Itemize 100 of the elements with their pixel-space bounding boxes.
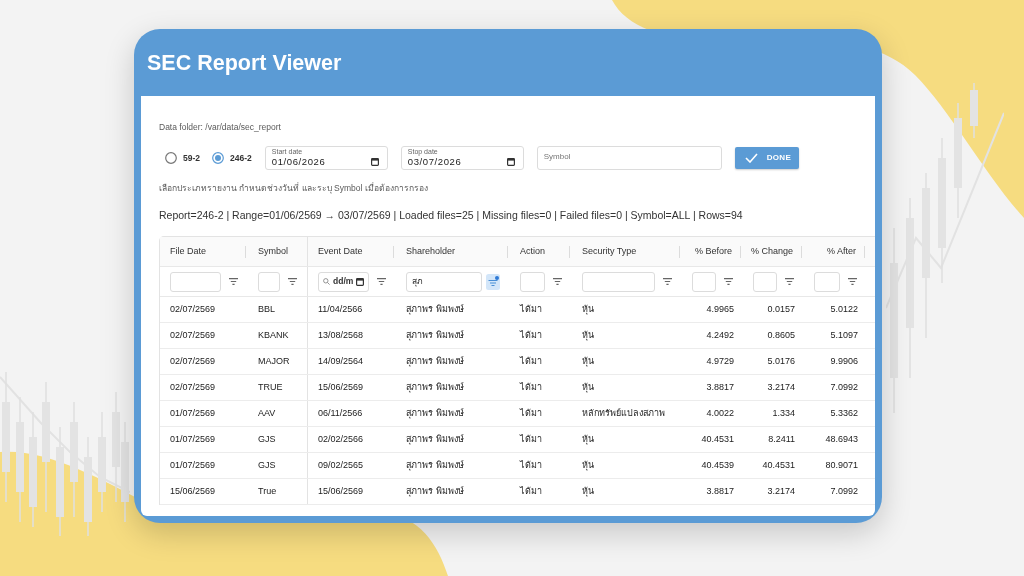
table-cell-text: 02/07/2569 xyxy=(169,328,217,342)
table-cell-text: 4.9965 xyxy=(705,302,735,316)
table-cell-text: 5.3362 xyxy=(829,406,859,420)
filter-field[interactable] xyxy=(170,271,221,292)
table-cell-text: 1.334 xyxy=(771,406,796,420)
table-cell-text: 4.2492 xyxy=(705,328,735,342)
filter-icon[interactable] xyxy=(288,278,297,285)
table-cell: BBL xyxy=(248,297,308,322)
table-cell-text: หุ้น xyxy=(581,484,595,499)
table-cell-text: หุ้น xyxy=(581,458,595,473)
table-cell-text: สุภาพร พิมพงษ์ xyxy=(405,354,465,369)
filter-icon[interactable] xyxy=(848,278,857,285)
filter-field[interactable] xyxy=(582,271,655,292)
calendar-icon[interactable] xyxy=(356,277,364,286)
table-cell-text: ได้มา xyxy=(518,432,543,446)
table-cell-text: 01/07/2569 xyxy=(169,432,217,446)
table-cell-text: ได้มา xyxy=(518,354,543,368)
date-filter-field[interactable]: dd/m xyxy=(318,271,369,292)
filter-field[interactable]: สุภ xyxy=(406,271,482,292)
table-cell-text: 15/06/2569 xyxy=(317,380,365,394)
table-cell-text: หุ้น xyxy=(581,380,595,395)
field-value: 03/07/2026 xyxy=(407,156,462,168)
column-header[interactable]: Security Type xyxy=(572,237,682,266)
table-cell-text: 02/07/2569 xyxy=(169,380,217,394)
candlestick xyxy=(970,83,978,138)
table-cell-text: หุ้น xyxy=(581,302,595,317)
table-cell-text: หุ้น xyxy=(581,432,595,447)
table-cell: KBANK xyxy=(248,323,308,348)
table-cell-text: 02/02/2566 xyxy=(317,432,365,446)
folder-path-text: Data folder: /var/data/sec_report xyxy=(159,121,282,133)
table-cell-text: หุ้น xyxy=(581,328,595,343)
table-cell: MAJOR xyxy=(248,349,308,374)
table-cell: TRUE xyxy=(248,375,308,400)
filter-icon[interactable] xyxy=(229,278,238,285)
table-cell-text: สุภาพร พิมพงษ์ xyxy=(405,458,465,473)
filter-field[interactable] xyxy=(520,271,545,292)
column-header[interactable]: File Date xyxy=(160,237,248,266)
filter-icon[interactable] xyxy=(486,273,500,290)
column-header[interactable]: % After xyxy=(804,237,867,266)
table-cell-text: 14/09/2564 xyxy=(317,354,365,368)
table-cell: GJS xyxy=(248,427,308,452)
table-cell-text: 0.0157 xyxy=(766,302,796,316)
table-cell-text: หุ้น xyxy=(581,354,595,369)
table-cell-text: 5.0122 xyxy=(829,302,859,316)
field-value: 01/06/2026 xyxy=(271,156,326,168)
summary-text: Report=246-2 | Range=01/06/2569 → 03/07/2569 | Loaded files=25 | Missing files=0 | Failed files=0 | Symbol=ALL | Rows=94 xyxy=(159,208,744,222)
table-cell-text: 9.9906 xyxy=(829,354,859,368)
table-cell-text: 8.2411 xyxy=(767,432,796,446)
table-cell-text: 02/07/2569 xyxy=(169,354,217,368)
table-cell-text: 13/08/2568 xyxy=(317,328,365,342)
table-cell-text: 5.1097 xyxy=(829,328,859,342)
table-cell-text: 0.8605 xyxy=(766,328,796,342)
filter-icon[interactable] xyxy=(663,278,672,285)
table-cell-text: สุภาพร พิมพงษ์ xyxy=(405,302,465,317)
table-cell-text: ได้มา xyxy=(518,458,543,472)
filter-icon[interactable] xyxy=(553,278,562,285)
table-cell-text: สุภาพร พิมพงษ์ xyxy=(405,432,465,447)
table-cell-text: 3.2174 xyxy=(766,484,796,498)
table-cell-text: 48.6943 xyxy=(824,432,859,446)
table-cell-text: 3.8817 xyxy=(705,484,735,498)
column-header[interactable]: % Change xyxy=(743,237,804,266)
radio-label[interactable]: 246-2 xyxy=(230,151,252,165)
filter-field[interactable] xyxy=(692,271,716,292)
table-cell-text: 40.4531 xyxy=(761,458,796,472)
table-cell-text: 4.9729 xyxy=(705,354,735,368)
column-header[interactable]: Action xyxy=(510,237,572,266)
table-cell-text: 01/07/2569 xyxy=(169,406,217,420)
filter-field[interactable] xyxy=(753,271,777,292)
column-header[interactable]: Shareholder xyxy=(396,237,510,266)
table-cell-text: สุภาพร พิมพงษ์ xyxy=(405,380,465,395)
filter-icon[interactable] xyxy=(724,278,733,285)
radio-button[interactable] xyxy=(165,152,177,164)
table-cell-text: 40.4531 xyxy=(700,432,735,446)
calendar-icon[interactable] xyxy=(370,158,379,166)
table-cell: True xyxy=(248,479,308,504)
radio-button[interactable] xyxy=(212,152,224,164)
filter-field[interactable] xyxy=(814,271,840,292)
table-cell-text: 01/07/2569 xyxy=(169,458,217,472)
filter-icon[interactable] xyxy=(785,278,794,285)
table-cell-text: หลักทรัพย์แปลงสภาพ xyxy=(581,406,666,420)
filter-icon[interactable] xyxy=(377,278,386,285)
table-cell-text: 02/07/2569 xyxy=(169,302,217,316)
symbol-field[interactable]: Symbol xyxy=(536,146,722,170)
table-cell-text: 15/06/2569 xyxy=(169,484,217,498)
table-cell-text: สุภาพร พิมพงษ์ xyxy=(405,484,465,499)
hint-text: เลือกประเภทรายงาน กำหนดช่วงวันที่ และระบุ Symbol เมื่อต้องการกรอง xyxy=(159,182,429,194)
column-header[interactable]: % Before xyxy=(682,237,743,266)
column-header[interactable]: Event Date xyxy=(308,237,396,266)
column-header[interactable]: Symbol xyxy=(248,237,308,266)
table-cell-text: 4.0022 xyxy=(705,406,735,420)
table-cell-text: ได้มา xyxy=(518,328,543,342)
calendar-icon[interactable] xyxy=(506,158,515,166)
table-cell-text: 80.9071 xyxy=(824,458,859,472)
window-title: SEC Report Viewer xyxy=(147,49,342,77)
check-icon xyxy=(744,153,758,163)
table-cell-text: 15/06/2569 xyxy=(317,484,365,498)
table-cell-text: สุภาพร พิมพงษ์ xyxy=(405,406,465,421)
filter-field[interactable] xyxy=(258,271,280,292)
radio-label[interactable]: 59-2 xyxy=(183,151,200,165)
table-cell-text: ได้มา xyxy=(518,302,543,316)
